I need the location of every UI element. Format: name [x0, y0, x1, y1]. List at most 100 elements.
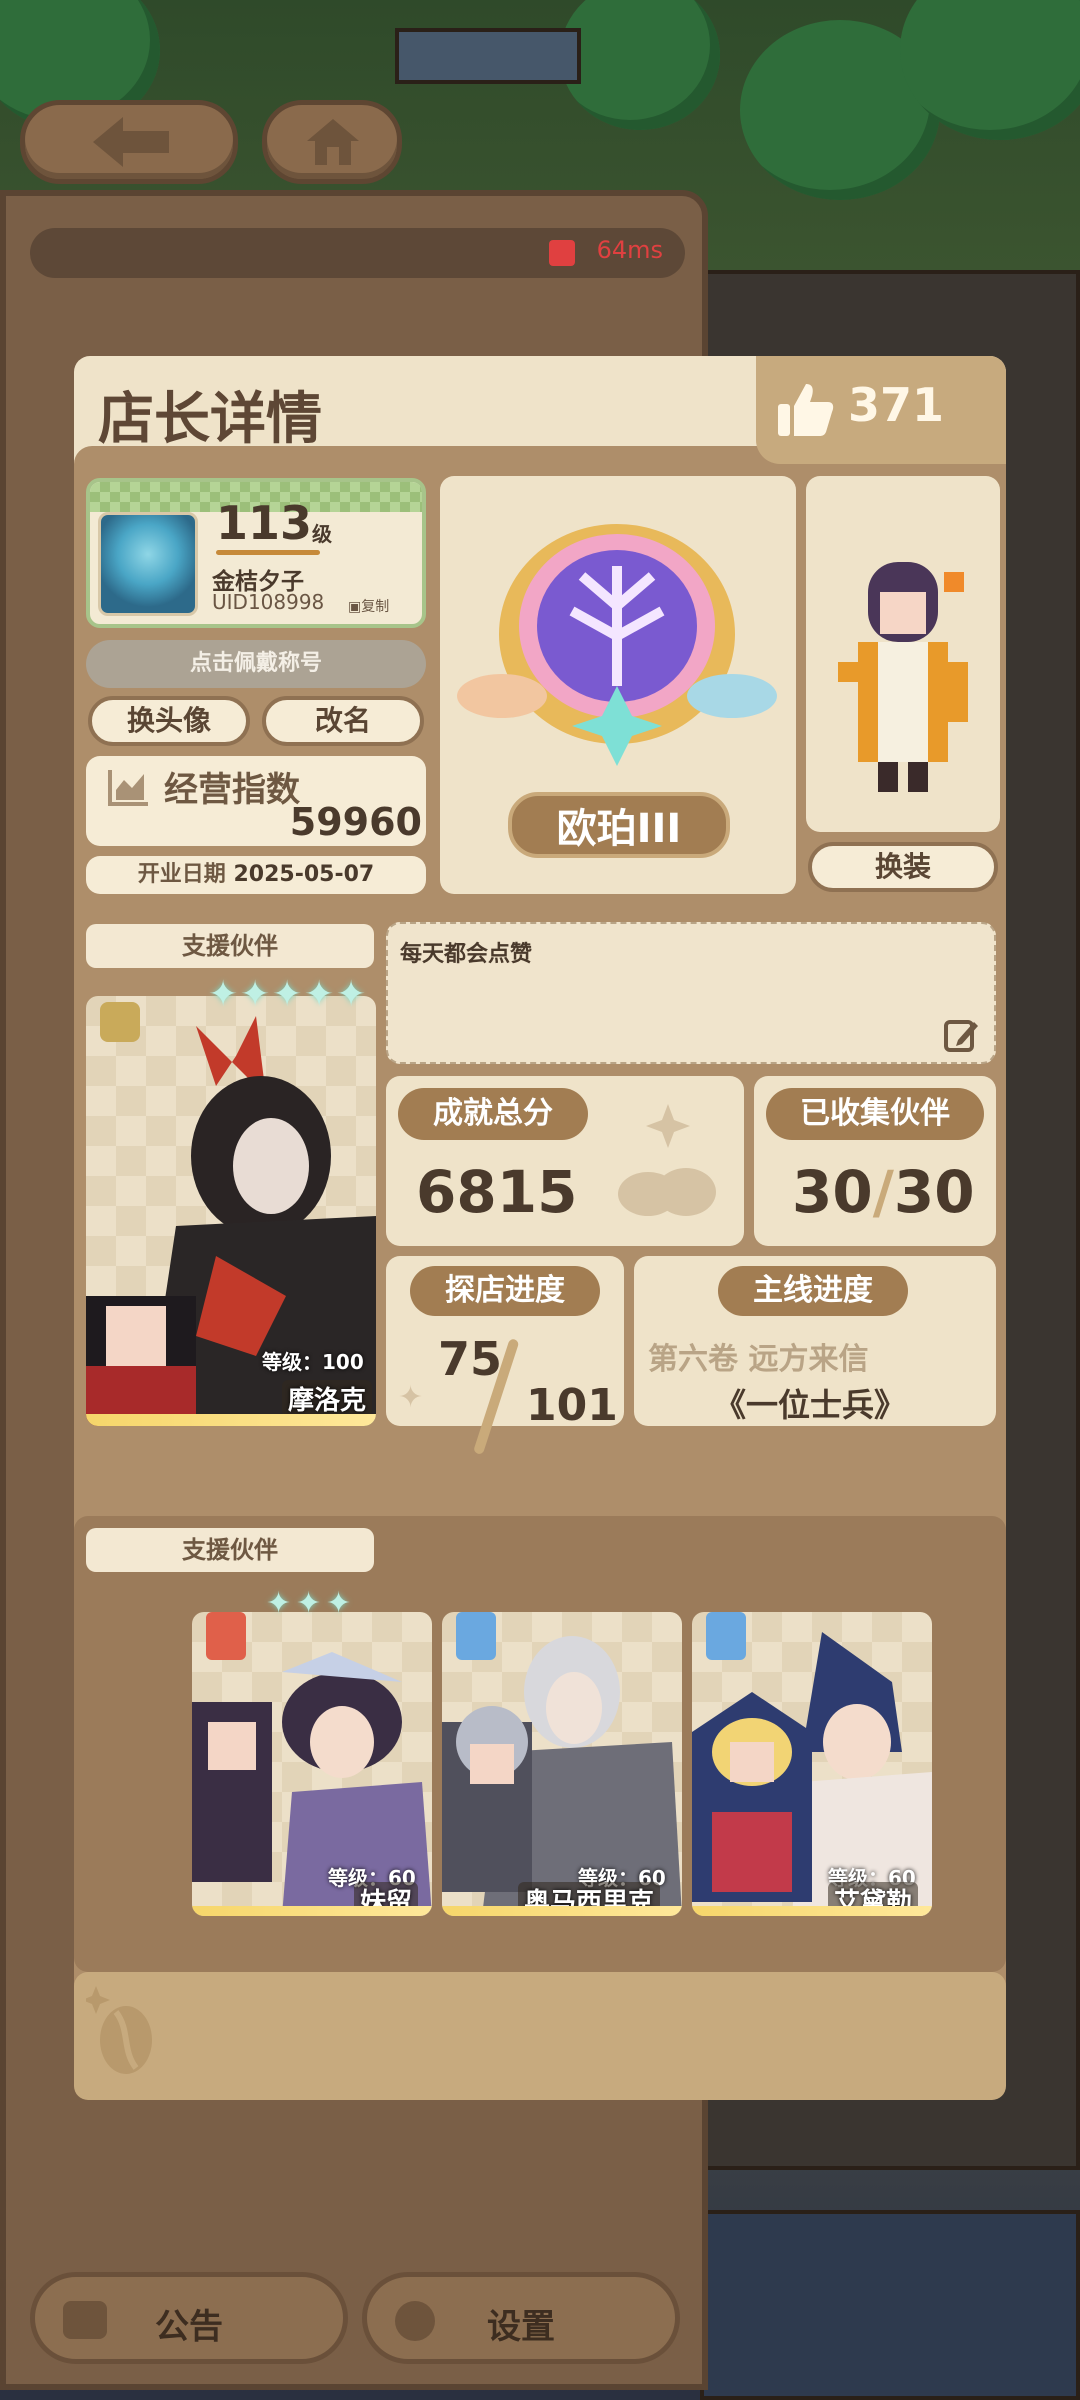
support-partner-card[interactable]: 等级：60 奥马西里克 [442, 1612, 682, 1916]
home-icon [307, 119, 359, 165]
support-header-text: 支援伙伴 [182, 1536, 278, 1564]
support-partner-card[interactable]: 等级：60 艾黛勒 [692, 1612, 932, 1916]
chart-icon [108, 770, 148, 806]
rank-card: 欧珀III [440, 476, 796, 894]
main-partner-level: 等级：100 [262, 1350, 364, 1374]
achievement-label-text: 成就总分 [433, 1096, 553, 1131]
open-date-value: 2025-05-07 [233, 862, 375, 887]
profile-card: 113 级 金桔夕子 UID108998 ▣复制 [86, 478, 426, 628]
ping-value: 64ms [596, 236, 663, 264]
collected-value: 30/30 [792, 1158, 975, 1226]
home-button[interactable] [262, 100, 402, 184]
copy-label: 复制 [361, 599, 390, 615]
main-partner-badge-icon [100, 1002, 140, 1042]
star-icon: ✦ [304, 974, 335, 1015]
signal-icon [549, 240, 575, 266]
ping-indicator: 64ms [30, 228, 685, 278]
level-number: 113 [216, 496, 313, 550]
like-count: 371 [848, 378, 945, 432]
collected-slash: / [872, 1158, 894, 1226]
back-button[interactable] [20, 100, 238, 184]
change-outfit-label: 换装 [874, 850, 931, 883]
story-card: 主线进度 第六卷 远方来信 《一位士兵》 [634, 1256, 996, 1426]
support-header: 支援伙伴 [86, 1528, 374, 1572]
coffee-bean-icon [86, 1986, 152, 2074]
notice-button[interactable]: 公告 [30, 2272, 348, 2364]
business-index-card: 经营指数 59960 [86, 756, 426, 846]
level-unit: 级 [312, 522, 332, 546]
change-avatar-button[interactable]: 换头像 [88, 696, 250, 746]
rename-button[interactable]: 改名 [262, 696, 424, 746]
business-index-label: 经营指数 [164, 770, 300, 810]
achievement-card: 成就总分 6815 [386, 1076, 744, 1246]
partner-rarity-bar [192, 1906, 432, 1916]
business-index-value: 59960 [289, 800, 422, 844]
collected-card: 已收集伙伴 30/30 [754, 1076, 996, 1246]
story-title: 《一位士兵》 [714, 1386, 907, 1424]
open-date-label: 开业日期 [137, 862, 226, 887]
character-preview[interactable] [806, 476, 1000, 832]
collected-label-text: 已收集伙伴 [800, 1096, 950, 1131]
level-underline [216, 550, 320, 555]
collected-count: 30 [792, 1158, 873, 1226]
gear-icon [395, 2301, 435, 2341]
star-icon: ✦ [272, 974, 303, 1015]
explore-label-text: 探店进度 [445, 1273, 565, 1308]
partner-rarity-bar [442, 1906, 682, 1916]
star-icon: ✦ [326, 1586, 352, 1621]
rank-name: 欧珀III [508, 792, 730, 858]
empty-slot[interactable] [74, 1972, 1006, 2100]
edit-icon[interactable] [944, 1018, 978, 1052]
notice-label: 公告 [155, 2307, 223, 2347]
settings-label: 设置 [487, 2307, 555, 2347]
star-icon: ✦ [266, 1586, 292, 1621]
story-chapter: 第六卷 远方来信 [648, 1342, 869, 1377]
copy-uid-button[interactable]: ▣复制 [348, 596, 389, 616]
settings-button[interactable]: 设置 [362, 2272, 680, 2364]
change-avatar-label: 换头像 [126, 704, 211, 737]
explore-label: 探店进度 [410, 1266, 600, 1316]
partner-badge-icon [206, 1612, 246, 1660]
coffee-beans-icon [618, 1104, 716, 1216]
sparkle-icon: ✦ [398, 1380, 424, 1415]
story-label: 主线进度 [718, 1266, 908, 1316]
shopkeeper-detail-dialog: 店长详情 371 113 级 金桔夕子 UID108998 ▣复制 点击佩戴称号… [74, 356, 1006, 2100]
open-date-card: 开业日期 2025-05-07 [86, 856, 426, 894]
collected-total: 30 [893, 1158, 975, 1226]
rank-emblem-icon [457, 524, 777, 766]
support-partner-card[interactable]: 等级：60 妹留 [192, 1612, 432, 1916]
star-icon: ✦ [240, 974, 271, 1015]
partner-badge-icon [706, 1612, 746, 1660]
main-partner-header-text: 支援伙伴 [182, 932, 278, 960]
copy-icon: ▣ [348, 599, 362, 615]
main-partner-card[interactable]: 等级：100 摩洛克 [86, 996, 376, 1426]
star-icon: ✦ [336, 974, 367, 1015]
thumbs-up-icon [778, 384, 834, 436]
wear-title-label: 点击佩戴称号 [189, 651, 322, 676]
dialog-title: 店长详情 [98, 387, 322, 452]
explore-value: 75 [438, 1332, 503, 1386]
avatar[interactable] [98, 512, 198, 616]
rename-label: 改名 [314, 704, 371, 737]
motto-text: 每天都会点赞 [400, 942, 533, 967]
achievement-value: 6815 [416, 1158, 578, 1226]
motto-box[interactable]: 每天都会点赞 [386, 922, 996, 1064]
explore-total: 101 [526, 1380, 618, 1431]
main-partner-rarity-bar [86, 1414, 376, 1426]
briefcase-icon [63, 2301, 107, 2339]
back-arrow-icon [93, 117, 169, 167]
main-partner-header: 支援伙伴 [86, 924, 374, 968]
star-icon: ✦ [296, 1586, 322, 1621]
character-sprite [838, 562, 968, 792]
main-partner-name: 摩洛克 [282, 1380, 373, 1417]
partner-badge-icon [456, 1612, 496, 1660]
change-outfit-button[interactable]: 换装 [808, 842, 998, 892]
rank-name-text: 欧珀III [556, 806, 682, 852]
achievement-label: 成就总分 [398, 1088, 588, 1140]
wear-title-button[interactable]: 点击佩戴称号 [86, 640, 426, 688]
collected-label: 已收集伙伴 [766, 1088, 984, 1140]
like-button[interactable]: 371 [756, 356, 1006, 464]
explore-card: 探店进度 75 101 ✦ [386, 1256, 624, 1456]
partner-rarity-bar [692, 1906, 932, 1916]
story-label-text: 主线进度 [753, 1273, 873, 1308]
